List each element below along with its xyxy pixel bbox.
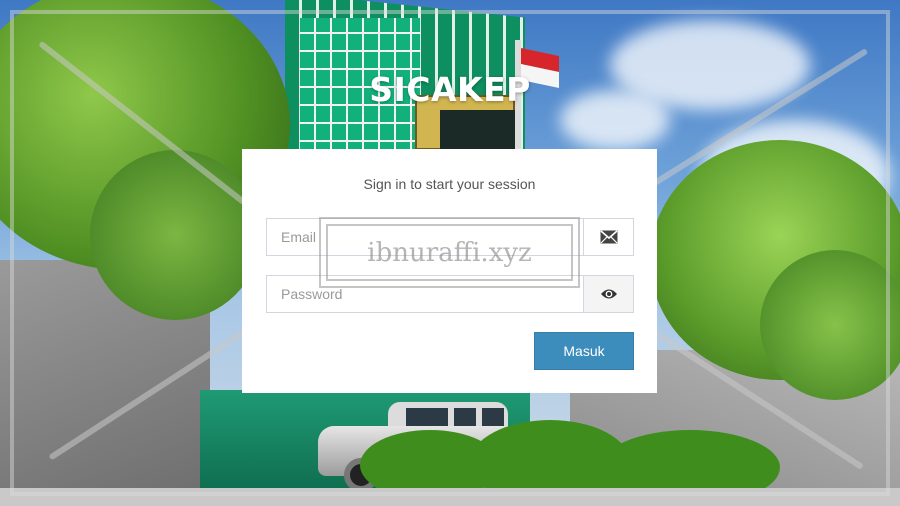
- envelope-icon: [583, 219, 633, 255]
- login-message: Sign in to start your session: [363, 176, 536, 192]
- submit-button[interactable]: Masuk: [534, 332, 634, 370]
- app-title: SICAKEP: [369, 70, 531, 109]
- watermark-text: ibnuraffi.xyz: [326, 224, 573, 281]
- eye-icon[interactable]: [583, 276, 633, 312]
- watermark: ibnuraffi.xyz: [319, 217, 580, 288]
